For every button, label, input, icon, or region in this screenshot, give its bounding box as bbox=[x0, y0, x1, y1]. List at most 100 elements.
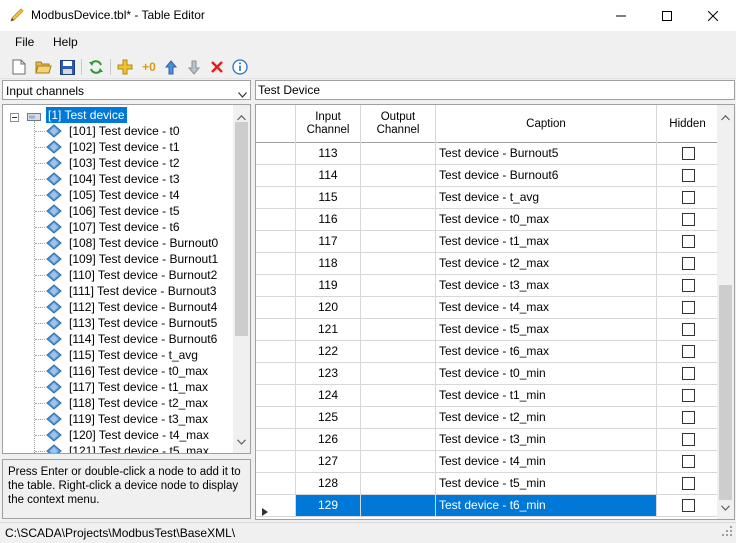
hidden-checkbox[interactable] bbox=[681, 477, 695, 490]
tree-item[interactable]: [116] Test device - t0_max bbox=[45, 363, 235, 379]
tree-item[interactable]: [115] Test device - t_avg bbox=[45, 347, 235, 363]
tree-item[interactable]: [102] Test device - t1 bbox=[45, 139, 235, 155]
output-channel-cell[interactable] bbox=[361, 407, 436, 428]
caption-cell[interactable]: Test device - t5_max bbox=[436, 319, 657, 340]
caption-cell[interactable]: Test device - t6_min bbox=[436, 495, 657, 516]
table-row[interactable]: 127 Test device - t4_min bbox=[256, 451, 718, 473]
tree-item[interactable]: [119] Test device - t3_max bbox=[45, 411, 235, 427]
caption-cell[interactable]: Test device - t1_min bbox=[436, 385, 657, 406]
row-header-cell[interactable] bbox=[256, 143, 296, 164]
move-up-icon[interactable] bbox=[161, 57, 181, 77]
hidden-checkbox[interactable] bbox=[681, 301, 695, 314]
output-channel-cell[interactable] bbox=[361, 363, 436, 384]
device-tree[interactable]: [1] Test device [101] Test device - t0 [1… bbox=[2, 104, 251, 454]
row-header-cell[interactable] bbox=[256, 363, 296, 384]
row-header-cell[interactable] bbox=[256, 385, 296, 406]
output-channel-cell[interactable] bbox=[361, 187, 436, 208]
hidden-checkbox[interactable] bbox=[681, 213, 695, 226]
tree-item[interactable]: [117] Test device - t1_max bbox=[45, 379, 235, 395]
output-channel-cell[interactable] bbox=[361, 165, 436, 186]
tree-item[interactable]: [112] Test device - Burnout4 bbox=[45, 299, 235, 315]
row-header-cell[interactable] bbox=[256, 209, 296, 230]
output-channel-cell[interactable] bbox=[361, 451, 436, 472]
row-header-cell[interactable] bbox=[256, 319, 296, 340]
table-row[interactable]: 116 Test device - t0_max bbox=[256, 209, 718, 231]
hidden-cell[interactable] bbox=[657, 143, 718, 164]
row-header-cell[interactable] bbox=[256, 341, 296, 362]
input-channel-cell[interactable]: 114 bbox=[296, 165, 361, 186]
column-output-channel[interactable]: Output Channel bbox=[361, 105, 436, 143]
hidden-checkbox[interactable] bbox=[681, 235, 695, 248]
caption-field[interactable] bbox=[255, 80, 735, 100]
hidden-checkbox[interactable] bbox=[681, 323, 695, 336]
output-channel-cell[interactable] bbox=[361, 473, 436, 494]
hidden-checkbox[interactable] bbox=[681, 279, 695, 292]
hidden-cell[interactable] bbox=[657, 275, 718, 296]
input-channel-cell[interactable]: 127 bbox=[296, 451, 361, 472]
channel-type-select[interactable]: Input channels bbox=[2, 80, 251, 100]
new-file-icon[interactable] bbox=[9, 57, 29, 77]
tree-item[interactable]: [121] Test device - t5_max bbox=[45, 443, 235, 453]
hidden-cell[interactable] bbox=[657, 319, 718, 340]
hidden-cell[interactable] bbox=[657, 209, 718, 230]
tree-item[interactable]: [105] Test device - t4 bbox=[45, 187, 235, 203]
input-channel-cell[interactable]: 125 bbox=[296, 407, 361, 428]
table-row[interactable]: 123 Test device - t0_min bbox=[256, 363, 718, 385]
row-header-cell[interactable] bbox=[256, 429, 296, 450]
caption-cell[interactable]: Test device - Burnout6 bbox=[436, 165, 657, 186]
scroll-down-icon[interactable] bbox=[721, 500, 730, 514]
caption-cell[interactable]: Test device - t1_max bbox=[436, 231, 657, 252]
row-header-cell[interactable] bbox=[256, 165, 296, 186]
input-channel-cell[interactable]: 126 bbox=[296, 429, 361, 450]
output-channel-cell[interactable] bbox=[361, 231, 436, 252]
row-header-cell[interactable] bbox=[256, 231, 296, 252]
input-channel-cell[interactable]: 128 bbox=[296, 473, 361, 494]
caption-cell[interactable]: Test device - t3_min bbox=[436, 429, 657, 450]
input-channel-cell[interactable]: 121 bbox=[296, 319, 361, 340]
table-row[interactable]: 121 Test device - t5_max bbox=[256, 319, 718, 341]
tree-item[interactable]: [120] Test device - t4_max bbox=[45, 427, 235, 443]
table-row[interactable]: 114 Test device - Burnout6 bbox=[256, 165, 718, 187]
column-hidden[interactable]: Hidden bbox=[657, 105, 718, 143]
hidden-cell[interactable] bbox=[657, 407, 718, 428]
add-item-icon[interactable] bbox=[115, 57, 135, 77]
channel-grid[interactable]: Input Channel Output Channel Caption Hid… bbox=[255, 104, 735, 520]
tree-item[interactable]: [106] Test device - t5 bbox=[45, 203, 235, 219]
hidden-cell[interactable] bbox=[657, 187, 718, 208]
table-row[interactable]: 119 Test device - t3_max bbox=[256, 275, 718, 297]
output-channel-cell[interactable] bbox=[361, 429, 436, 450]
input-channel-cell[interactable]: 118 bbox=[296, 253, 361, 274]
tree-item[interactable]: [104] Test device - t3 bbox=[45, 171, 235, 187]
caption-cell[interactable]: Test device - Burnout5 bbox=[436, 143, 657, 164]
table-row[interactable]: 118 Test device - t2_max bbox=[256, 253, 718, 275]
output-channel-cell[interactable] bbox=[361, 385, 436, 406]
refresh-icon[interactable] bbox=[86, 57, 106, 77]
maximize-button[interactable] bbox=[644, 0, 690, 31]
caption-cell[interactable]: Test device - t2_min bbox=[436, 407, 657, 428]
caption-input[interactable] bbox=[258, 82, 728, 98]
hidden-cell[interactable] bbox=[657, 451, 718, 472]
move-down-icon[interactable] bbox=[184, 57, 204, 77]
tree-item[interactable]: [110] Test device - Burnout2 bbox=[45, 267, 235, 283]
input-channel-cell[interactable]: 113 bbox=[296, 143, 361, 164]
hidden-checkbox[interactable] bbox=[681, 169, 695, 182]
tree-root-node[interactable]: [1] Test device bbox=[10, 107, 230, 123]
row-header-cell[interactable] bbox=[256, 495, 296, 516]
grid-scrollbar[interactable] bbox=[717, 105, 734, 519]
caption-cell[interactable]: Test device - t3_max bbox=[436, 275, 657, 296]
hidden-checkbox[interactable] bbox=[681, 433, 695, 446]
column-input-channel[interactable]: Input Channel bbox=[296, 105, 361, 143]
hidden-cell[interactable] bbox=[657, 231, 718, 252]
hidden-cell[interactable] bbox=[657, 385, 718, 406]
output-channel-cell[interactable] bbox=[361, 143, 436, 164]
hidden-cell[interactable] bbox=[657, 341, 718, 362]
tree-item[interactable]: [107] Test device - t6 bbox=[45, 219, 235, 235]
caption-cell[interactable]: Test device - t2_max bbox=[436, 253, 657, 274]
input-channel-cell[interactable]: 123 bbox=[296, 363, 361, 384]
hidden-cell[interactable] bbox=[657, 473, 718, 494]
table-row[interactable]: 120 Test device - t4_max bbox=[256, 297, 718, 319]
table-row[interactable]: 113 Test device - Burnout5 bbox=[256, 143, 718, 165]
minimize-button[interactable] bbox=[598, 0, 644, 31]
hidden-cell[interactable] bbox=[657, 429, 718, 450]
scroll-thumb[interactable] bbox=[719, 285, 732, 500]
